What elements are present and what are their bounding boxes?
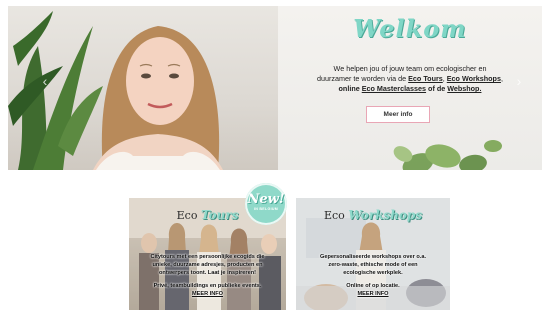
eco-workshops-card[interactable]: Eco Workshops Gepersonaliseerde workshop… (296, 198, 450, 310)
hero-text-panel: Welkom We helpen jou of jouw team om eco… (278, 6, 542, 170)
intro-text: We helpen jou of jouw team om ecologisch… (300, 64, 520, 94)
eco-workshops-link[interactable]: Eco Workshops (447, 74, 501, 83)
eco-tours-line-2: unieke, duurzame adresjes, producten en (152, 262, 263, 268)
eco-tours-line-3: ontwerpers toont. Laat je inspireren! (159, 270, 256, 276)
intro-line-3-start: online (338, 84, 362, 93)
eco-workshops-title-script: Workshops (348, 208, 423, 222)
meer-info-button[interactable]: Meer info (366, 106, 430, 123)
eco-tours-title-script: Tours (200, 208, 239, 222)
carousel-next-arrow[interactable]: › (512, 70, 526, 92)
intro-line-3-mid: of de (426, 84, 448, 93)
eco-tours-description: Citytours met een persoonlijke ecogids d… (135, 253, 280, 298)
eco-workshops-title-prefix: Eco (323, 209, 349, 222)
eco-workshops-title: Eco Workshops (296, 208, 450, 222)
new-badge-label: New! (247, 192, 285, 207)
intro-comma-2: , (500, 74, 503, 83)
new-badge-sublabel: IN BELGIUM (253, 207, 279, 211)
new-badge: New! IN BELGIUM (245, 183, 287, 225)
eco-tours-line-4: Privé, teambuildings en publieke events. (153, 283, 262, 289)
eco-tours-meer-info-link[interactable]: MEER INFO (135, 290, 280, 298)
eco-workshops-line-1: Gepersonaliseerde workshops over o.a. (319, 254, 426, 260)
eco-workshops-description: Gepersonaliseerde workshops over o.a. ze… (302, 253, 444, 298)
eco-tours-link[interactable]: Eco Tours (408, 74, 443, 83)
eco-workshops-meer-info-link[interactable]: MEER INFO (302, 290, 444, 298)
eco-masterclasses-link[interactable]: Eco Masterclasses (362, 84, 426, 93)
eco-workshops-line-4: Online of op locatie. (346, 283, 400, 289)
eco-tours-title-prefix: Eco (176, 209, 201, 222)
intro-line-2: duurzamer te worden via de (317, 74, 409, 83)
eco-workshops-line-2: zero-waste, ethische mode of een (328, 262, 418, 268)
eco-workshops-line-3: ecologische werkplek. (343, 270, 403, 276)
intro-line-1: We helpen jou of jouw team om ecologisch… (333, 64, 487, 73)
webshop-link[interactable]: Webshop. (447, 84, 481, 93)
welcome-title: Welkom (353, 14, 467, 43)
carousel-prev-arrow[interactable]: ‹ (38, 70, 52, 92)
eco-tours-line-1: Citytours met een persoonlijke ecogids d… (150, 254, 265, 260)
hero-section: ‹ Welkom We helpen jou of jouw team om e… (8, 6, 542, 170)
